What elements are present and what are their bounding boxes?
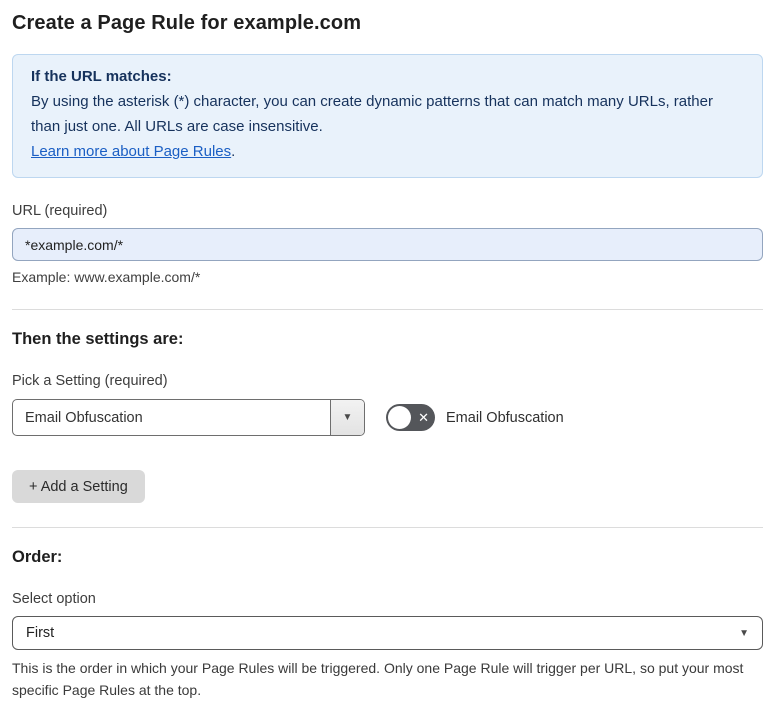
setting-row: Email Obfuscation ▼ ✕ Email Obfuscation — [12, 399, 763, 436]
section-divider-2 — [12, 527, 763, 528]
info-box-body: By using the asterisk (*) character, you… — [31, 93, 713, 135]
setting-select-arrow-button[interactable]: ▼ — [330, 400, 364, 435]
order-select[interactable]: First ▼ — [12, 616, 763, 650]
url-matches-info-box: If the URL matches: By using the asteris… — [12, 54, 763, 178]
add-setting-button[interactable]: + Add a Setting — [12, 470, 145, 503]
order-select-value: First — [26, 625, 55, 641]
chevron-down-icon: ▼ — [739, 627, 749, 639]
link-suffix: . — [231, 143, 236, 160]
toggle-label: Email Obfuscation — [446, 409, 564, 426]
email-obfuscation-toggle-group: ✕ Email Obfuscation — [386, 404, 564, 431]
setting-select[interactable]: Email Obfuscation ▼ — [12, 399, 365, 436]
info-box-heading: If the URL matches: — [31, 68, 172, 85]
chevron-down-icon: ▼ — [342, 412, 353, 423]
select-option-label: Select option — [12, 591, 96, 607]
toggle-knob — [388, 406, 411, 429]
url-field-label: URL (required) — [12, 203, 108, 219]
pick-setting-label: Pick a Setting (required) — [12, 373, 168, 389]
create-page-rule-form: Create a Page Rule for example.com If th… — [0, 0, 775, 717]
url-example-text: Example: www.example.com/* — [12, 269, 201, 285]
setting-select-value: Email Obfuscation — [25, 409, 143, 426]
section-divider — [12, 309, 763, 310]
order-help-text: This is the order in which your Page Rul… — [12, 660, 744, 698]
page-title: Create a Page Rule for example.com — [12, 12, 362, 34]
toggle-off-x-icon: ✕ — [418, 409, 429, 425]
settings-section-heading: Then the settings are: — [12, 330, 184, 348]
learn-more-link[interactable]: Learn more about Page Rules — [31, 143, 231, 160]
order-section-heading: Order: — [12, 548, 63, 566]
email-obfuscation-toggle[interactable]: ✕ — [386, 404, 435, 431]
info-box-link-line: Learn more about Page Rules. — [31, 139, 744, 164]
url-input[interactable] — [12, 228, 763, 261]
